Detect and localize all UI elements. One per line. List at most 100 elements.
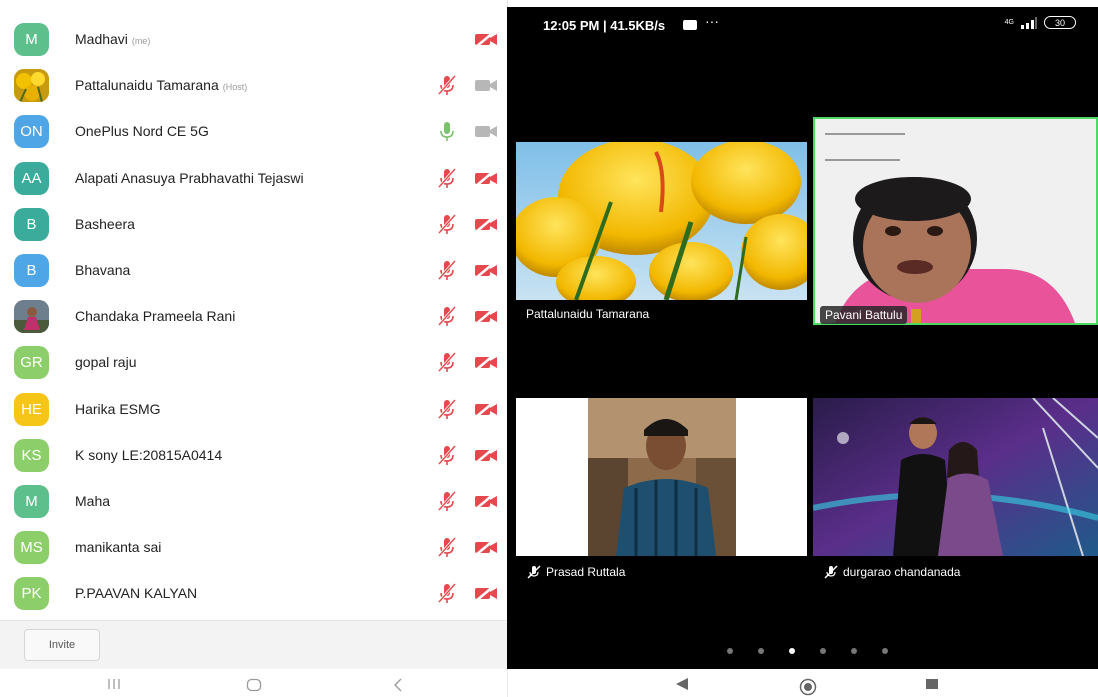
- avatar: HE: [14, 392, 49, 426]
- tile-name: Prasad Ruttala: [546, 565, 626, 579]
- avatar-initials: B: [26, 215, 37, 233]
- mic-muted-icon[interactable]: [436, 304, 458, 328]
- participant-row[interactable]: M Maha: [0, 477, 507, 523]
- participant-row[interactable]: KS K sony LE:20815A0414: [0, 431, 507, 477]
- camera-off-icon[interactable]: [473, 537, 499, 557]
- avatar-initials: GR: [20, 354, 43, 372]
- avatar-initials: PK: [21, 585, 42, 603]
- mic-active-icon[interactable]: [436, 119, 458, 143]
- page-dot[interactable]: [789, 648, 795, 654]
- participant-row[interactable]: Chandaka Prameela Rani: [0, 292, 507, 338]
- participant-row[interactable]: M Madhavi (me): [0, 15, 507, 61]
- back-button[interactable]: [388, 678, 408, 692]
- tile-name: durgarao chandanada: [843, 565, 961, 579]
- camera-off-icon[interactable]: [473, 306, 499, 326]
- participant-row[interactable]: AA Alapati Anasuya Prabhavathi Tejaswi: [0, 154, 507, 200]
- mic-muted-icon[interactable]: [436, 443, 458, 467]
- avatar: MS: [14, 531, 49, 565]
- home-circle-icon: [799, 678, 817, 696]
- camera-off-icon[interactable]: [473, 352, 499, 372]
- home-icon: [246, 678, 262, 692]
- participant-name-text: K sony LE:20815A0414: [75, 446, 223, 463]
- participant-row[interactable]: PK P.PAAVAN KALYAN: [0, 569, 507, 615]
- page-dot[interactable]: [882, 648, 888, 654]
- mic-muted-icon[interactable]: [436, 73, 458, 97]
- participant-row[interactable]: MS manikanta sai: [0, 523, 507, 569]
- participant-name-text: Harika ESMG: [75, 400, 161, 417]
- participant-name: Harika ESMG: [75, 401, 161, 417]
- status-bar-right: 4G 30: [1005, 16, 1076, 29]
- avatar: [14, 69, 49, 103]
- home-button-right[interactable]: [798, 678, 818, 696]
- mic-muted-icon[interactable]: [436, 535, 458, 559]
- home-button[interactable]: [244, 678, 264, 692]
- participant-name: Maha: [75, 493, 110, 509]
- participants-panel: M Madhavi (me) Pattalunaidu Tamarana (Host) O…: [0, 0, 508, 697]
- camera-on-icon[interactable]: [473, 75, 499, 95]
- participant-name: Pattalunaidu Tamarana (Host): [75, 77, 247, 93]
- mic-muted-icon[interactable]: [436, 212, 458, 236]
- invite-button[interactable]: Invite: [24, 629, 100, 661]
- camera-off-icon[interactable]: [473, 491, 499, 511]
- tile-name: Pavani Battulu: [825, 308, 903, 322]
- avatar-initials: ON: [20, 123, 43, 141]
- participant-name: gopal raju: [75, 354, 137, 370]
- status-bar-time: 12:05 PM | 41.5KB/s: [543, 18, 666, 33]
- back-triangle-icon: [676, 678, 688, 690]
- recents-button[interactable]: [104, 678, 124, 690]
- participant-name: Chandaka Prameela Rani: [75, 308, 235, 324]
- camera-off-icon[interactable]: [473, 29, 499, 49]
- camera-off-icon[interactable]: [473, 168, 499, 188]
- participant-row[interactable]: Pattalunaidu Tamarana (Host): [0, 61, 507, 107]
- tile-name: Pattalunaidu Tamarana: [526, 307, 650, 321]
- mic-muted-icon[interactable]: [436, 397, 458, 421]
- recents-button-right[interactable]: [922, 678, 942, 690]
- participant-row[interactable]: HE Harika ESMG: [0, 385, 507, 431]
- camera-off-icon[interactable]: [473, 214, 499, 234]
- mic-muted-icon[interactable]: [436, 581, 458, 605]
- participant-row[interactable]: GR gopal raju: [0, 338, 507, 384]
- camera-off-icon[interactable]: [473, 583, 499, 603]
- participant-name-text: OnePlus Nord CE 5G: [75, 123, 209, 140]
- participant-name: Alapati Anasuya Prabhavathi Tejaswi: [75, 170, 304, 186]
- video-tile-prasad[interactable]: [516, 398, 807, 556]
- mic-muted-icon[interactable]: [436, 258, 458, 282]
- mic-muted-icon[interactable]: [436, 166, 458, 190]
- participant-name: P.PAAVAN KALYAN: [75, 585, 197, 601]
- mic-muted-icon[interactable]: [436, 489, 458, 513]
- page-dot[interactable]: [851, 648, 857, 654]
- muted-mic-icon: [527, 565, 541, 579]
- participant-row[interactable]: B Bhavana: [0, 246, 507, 292]
- page-dot[interactable]: [758, 648, 764, 654]
- avatar-initials: AA: [21, 169, 42, 187]
- avatar: [14, 300, 49, 334]
- camera-on-icon[interactable]: [473, 121, 499, 141]
- camera-off-icon[interactable]: [473, 445, 499, 465]
- video-tile-durgarao[interactable]: [813, 398, 1098, 556]
- avatar: PK: [14, 577, 49, 611]
- camera-off-icon[interactable]: [473, 399, 499, 419]
- page-dot[interactable]: [727, 648, 733, 654]
- participant-name-text: Alapati Anasuya Prabhavathi Tejaswi: [75, 169, 304, 186]
- back-button-right[interactable]: [672, 678, 692, 690]
- participant-row[interactable]: B Basheera: [0, 200, 507, 246]
- participant-name: Bhavana: [75, 262, 130, 278]
- video-tile-host[interactable]: [516, 142, 807, 300]
- network-type: 4G: [1004, 19, 1014, 26]
- avatar: GR: [14, 346, 49, 380]
- recents-icon: [108, 679, 120, 689]
- participant-name-text: Basheera: [75, 215, 135, 232]
- video-tile-active-speaker[interactable]: [813, 117, 1098, 325]
- signal-icon: [1021, 16, 1037, 29]
- participant-row[interactable]: ON OnePlus Nord CE 5G: [0, 107, 507, 153]
- camera-off-icon[interactable]: [473, 260, 499, 280]
- mic-muted-icon[interactable]: [436, 350, 458, 374]
- avatar: M: [14, 23, 49, 56]
- participant-role-tag: (me): [131, 36, 151, 46]
- participant-name-text: Pattalunaidu Tamarana: [75, 77, 219, 94]
- page-dot[interactable]: [820, 648, 826, 654]
- more-notifications-icon: ···: [705, 13, 719, 29]
- tile-label-prasad: Prasad Ruttala: [526, 564, 625, 580]
- durgarao-video-image: [813, 398, 1098, 556]
- participant-name: OnePlus Nord CE 5G: [75, 123, 209, 139]
